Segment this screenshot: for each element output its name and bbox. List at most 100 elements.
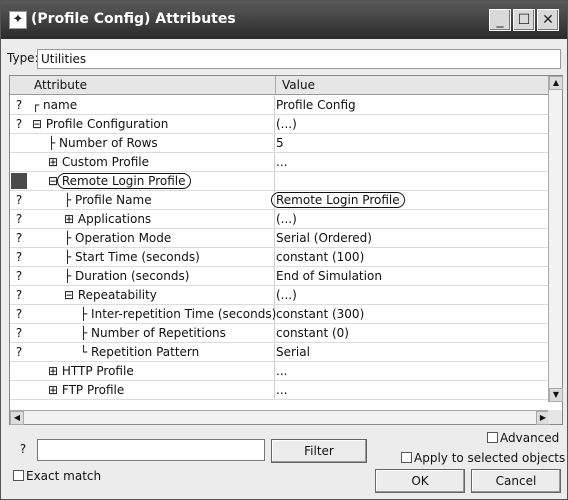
table-row[interactable]: ? ├ Start Time (seconds) constant (100)	[10, 248, 550, 267]
attribute-cell[interactable]: ⊟ Remote Login Profile	[48, 173, 191, 189]
help-icon: ?	[15, 307, 23, 321]
table-row[interactable]: ? ⊟ Repeatability (...)	[10, 286, 550, 305]
column-separator	[274, 115, 275, 133]
ok-button[interactable]: OK	[375, 469, 465, 493]
title-bar[interactable]: ✦ (Profile Config) Attributes _ ☐ ✕	[1, 1, 567, 39]
collapse-icon[interactable]: ⊟	[32, 117, 46, 131]
table-row[interactable]: ? ├ Duration (seconds) End of Simulation	[10, 267, 550, 286]
scroll-down-icon[interactable]: ▼	[549, 388, 563, 402]
tree-line-icon: ├	[64, 193, 76, 207]
expand-icon[interactable]: ⊞	[64, 212, 78, 226]
expand-icon[interactable]: ⊞	[48, 383, 62, 397]
attribute-cell[interactable]: ⊞ Custom Profile	[48, 155, 149, 169]
value-cell[interactable]: Serial	[276, 345, 310, 359]
column-separator	[274, 324, 275, 342]
apply-selected-checkbox[interactable]: Apply to selected objects	[401, 451, 565, 465]
attribute-cell[interactable]: ├ Start Time (seconds)	[64, 250, 200, 264]
collapse-icon[interactable]: ⊟	[64, 288, 78, 302]
attribute-cell[interactable]: ├ Profile Name	[64, 193, 152, 207]
advanced-checkbox-label: Advanced	[500, 431, 560, 445]
attribute-label: Profile Configuration	[45, 117, 169, 131]
column-separator	[274, 210, 275, 228]
value-cell[interactable]: Serial (Ordered)	[276, 231, 372, 245]
table-row[interactable]: ├ Number of Rows 5	[10, 134, 550, 153]
attribute-cell[interactable]: ├ Duration (seconds)	[64, 269, 189, 283]
table-row[interactable]: ? ├ Profile Name Remote Login Profile	[10, 191, 550, 210]
help-icon[interactable]: ?	[15, 441, 31, 457]
table-row[interactable]: ? ⊟ Profile Configuration (...)	[10, 115, 550, 134]
table-row[interactable]: ⊞ Custom Profile...	[10, 153, 550, 172]
value-label: (...)	[276, 288, 297, 302]
value-label: (...)	[276, 117, 297, 131]
expand-icon[interactable]: ⊞	[48, 364, 62, 378]
type-field[interactable]: Utilities	[37, 49, 561, 69]
table-row[interactable]: ? ⊞ Applications (...)	[10, 210, 550, 229]
apply-selected-checkbox-box[interactable]	[401, 452, 412, 463]
filter-input[interactable]	[37, 439, 265, 461]
advanced-checkbox-box[interactable]	[487, 432, 498, 443]
attribute-cell[interactable]: ⊟ Profile Configuration	[32, 117, 168, 131]
value-cell[interactable]: (...)	[276, 117, 297, 131]
value-label: constant (0)	[276, 326, 349, 340]
attribute-cell[interactable]: ├ Number of Rows	[48, 136, 158, 150]
tree-line-icon: ┌	[32, 98, 44, 112]
attribute-cell[interactable]: ⊟ Repeatability	[64, 288, 157, 302]
horizontal-scrollbar[interactable]: ◀ ▶	[10, 410, 550, 425]
blank-icon	[11, 135, 27, 151]
value-cell[interactable]: (...)	[276, 212, 297, 226]
value-label: Remote Login Profile	[271, 192, 405, 208]
attribute-label: Operation Mode	[75, 231, 172, 245]
value-column-header[interactable]: Value	[276, 76, 550, 95]
attribute-cell[interactable]: └ Repetition Pattern	[80, 345, 199, 359]
attribute-cell[interactable]: ├ Number of Repetitions	[80, 326, 226, 340]
attribute-cell[interactable]: ┌ name	[32, 98, 77, 112]
exact-match-checkbox-box[interactable]	[13, 470, 24, 481]
tree-line-icon: ├	[64, 250, 76, 264]
value-cell[interactable]: Remote Login Profile	[271, 192, 405, 208]
column-separator	[274, 362, 275, 380]
minimize-button[interactable]: _	[489, 9, 511, 31]
star-icon: ✦	[9, 11, 27, 29]
value-cell[interactable]: Profile Config	[276, 98, 356, 112]
table-row[interactable]: ? └ Repetition Pattern Serial	[10, 343, 550, 362]
blank-icon	[11, 363, 27, 379]
help-icon: ?	[15, 212, 23, 226]
value-cell[interactable]: constant (100)	[276, 250, 364, 264]
scroll-left-icon[interactable]: ◀	[10, 411, 24, 425]
table-row[interactable]: ? ├ Number of Repetitions constant (0)	[10, 324, 550, 343]
vertical-scrollbar[interactable]: ▲ ▼	[548, 76, 563, 402]
filter-button[interactable]: Filter	[271, 439, 367, 463]
window-title: (Profile Config) Attributes	[31, 11, 236, 27]
attribute-cell[interactable]: ├ Inter-repetition Time (seconds)	[80, 307, 276, 321]
table-row[interactable]: ? ├ Inter-repetition Time (seconds) consta…	[10, 305, 550, 324]
type-label: Type:	[7, 51, 39, 65]
value-cell[interactable]: ...	[276, 364, 287, 378]
attribute-cell[interactable]: ⊞ FTP Profile	[48, 383, 124, 397]
attribute-cell[interactable]: ⊞ Applications	[64, 212, 151, 226]
attribute-cell[interactable]: ├ Operation Mode	[64, 231, 171, 245]
value-cell[interactable]: 5	[276, 136, 284, 150]
expand-icon[interactable]: ⊞	[48, 155, 62, 169]
value-cell[interactable]: End of Simulation	[276, 269, 382, 283]
attribute-column-header[interactable]: Attribute	[28, 76, 276, 95]
exact-match-checkbox[interactable]: Exact match	[13, 469, 101, 483]
attribute-label: Custom Profile	[61, 155, 149, 169]
value-cell[interactable]: constant (0)	[276, 326, 349, 340]
attribute-label: Applications	[77, 212, 152, 226]
scroll-up-icon[interactable]: ▲	[549, 76, 563, 90]
close-button[interactable]: ✕	[537, 9, 559, 31]
value-cell[interactable]: ...	[276, 383, 287, 397]
value-cell[interactable]: (...)	[276, 288, 297, 302]
advanced-checkbox[interactable]: Advanced	[487, 431, 559, 445]
table-row[interactable]: ⊞ HTTP Profile...	[10, 362, 550, 381]
table-row[interactable]: ? ┌ name Profile Config	[10, 96, 550, 115]
value-cell[interactable]: ...	[276, 155, 287, 169]
maximize-button[interactable]: ☐	[513, 9, 535, 31]
attribute-cell[interactable]: ⊞ HTTP Profile	[48, 364, 134, 378]
attribute-label: FTP Profile	[61, 383, 125, 397]
value-cell[interactable]: constant (300)	[276, 307, 364, 321]
table-row[interactable]: ⊞ FTP Profile...	[10, 381, 550, 400]
cancel-button[interactable]: Cancel	[471, 469, 561, 493]
table-row[interactable]: ? ├ Operation Mode Serial (Ordered)	[10, 229, 550, 248]
table-row[interactable]: ⊟ Remote Login Profile	[10, 172, 550, 191]
